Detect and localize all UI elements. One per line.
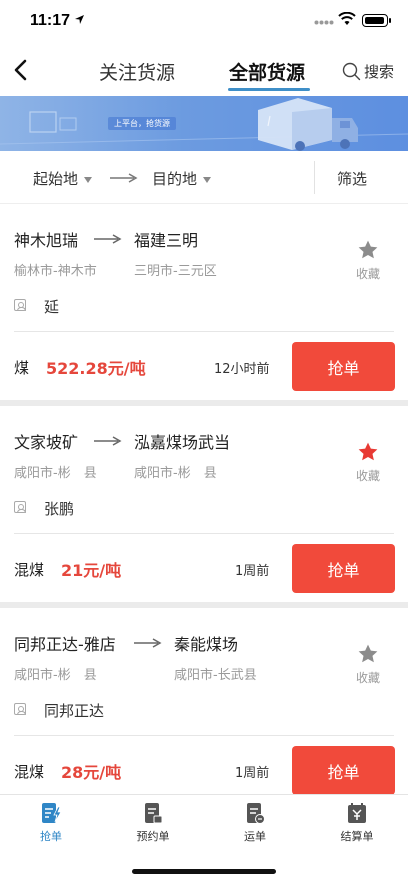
route-origin: 同邦正达-雅店	[14, 635, 116, 654]
contact-person-icon	[14, 501, 26, 513]
start-location-label: 起始地	[33, 170, 79, 188]
contact-name: 延	[44, 298, 60, 316]
contact-name: 张鹏	[44, 500, 75, 518]
cargo-type: 混煤	[14, 763, 45, 781]
cargo-card[interactable]: 文家坡矿 泓嘉煤场武当 咸阳市-彬 县 咸阳市-彬 县 收藏 张鹏 混煤 21元…	[0, 406, 408, 602]
cargo-card[interactable]: 神木旭瑞 福建三明 榆林市-神木市 三明市-三元区 收藏 延 煤 522.28元…	[0, 204, 408, 400]
grab-order-button[interactable]: 抢单	[292, 544, 395, 593]
settlement-icon	[348, 803, 366, 823]
route-origin: 神木旭瑞	[14, 231, 79, 250]
cargo-card[interactable]: 同邦正达-雅店 秦能煤场 咸阳市-彬 县 咸阳市-长武县 收藏 同邦正达 混煤 …	[0, 608, 408, 794]
cargo-type: 煤	[14, 359, 30, 377]
favorite-button[interactable]: 收藏	[352, 441, 384, 484]
caret-down-icon	[203, 176, 212, 183]
destination-region: 咸阳市-彬 县	[134, 466, 217, 481]
freight-price: 28元/吨	[61, 763, 122, 782]
tab-grab-order[interactable]: 抢单	[0, 801, 102, 844]
route-arrow-icon	[94, 436, 122, 446]
bottom-tab-bar: 抢单 预约单 运单 结算单	[0, 794, 408, 883]
cargo-list[interactable]: 神木旭瑞 福建三明 榆林市-神木市 三明市-三元区 收藏 延 煤 522.28元…	[0, 204, 408, 794]
route-origin: 文家坡矿	[14, 433, 79, 452]
promo-banner[interactable]: 上平台，抢货源	[0, 96, 408, 151]
reservation-icon	[145, 803, 163, 824]
favorite-label: 收藏	[355, 671, 380, 685]
screen-filter-button[interactable]: 筛选	[337, 168, 367, 189]
tab-all-sources[interactable]: 全部货源	[229, 58, 305, 85]
favorite-button[interactable]: 收藏	[352, 239, 384, 282]
grab-order-icon	[42, 803, 62, 823]
origin-region: 咸阳市-彬 县	[14, 668, 97, 683]
route-arrow-icon	[110, 173, 138, 183]
wifi-icon	[338, 12, 356, 25]
origin-region: 榆林市-神木市	[14, 264, 97, 279]
contact-person-icon	[14, 299, 26, 311]
destination-filter[interactable]: 目的地	[152, 168, 212, 189]
banner-illustration	[0, 98, 408, 151]
route-destination: 泓嘉煤场武当	[134, 433, 231, 452]
route-arrow-icon	[134, 638, 162, 648]
tab-waybill[interactable]: 运单	[204, 801, 306, 844]
destination-region: 咸阳市-长武县	[174, 668, 257, 683]
card-divider	[14, 331, 394, 332]
tab-label: 结算单	[340, 830, 374, 843]
location-arrow-icon	[75, 15, 84, 24]
star-icon	[358, 240, 378, 259]
route-arrow-icon	[94, 234, 122, 244]
contact-person-icon	[14, 703, 26, 715]
signal-icon	[314, 20, 334, 25]
home-indicator	[132, 869, 276, 874]
filter-divider	[314, 161, 315, 194]
card-divider	[14, 735, 394, 736]
waybill-icon	[247, 803, 265, 824]
back-arrow-icon[interactable]	[8, 56, 36, 84]
posted-time: 1周前	[235, 564, 270, 579]
favorite-button[interactable]: 收藏	[352, 643, 384, 686]
status-time: 11:17	[30, 12, 71, 29]
filter-bar: 起始地 目的地 筛选	[0, 151, 408, 204]
status-bar: 11:17	[0, 0, 408, 44]
search-icon	[342, 62, 361, 81]
destination-label: 目的地	[152, 170, 198, 188]
destination-region: 三明市-三元区	[134, 264, 217, 279]
contact-name: 同邦正达	[44, 702, 105, 720]
cargo-type: 混煤	[14, 561, 45, 579]
grab-order-button[interactable]: 抢单	[292, 342, 395, 391]
nav-bar: 关注货源 全部货源 搜索	[0, 44, 408, 96]
favorite-label: 收藏	[355, 469, 380, 483]
tab-followed-sources[interactable]: 关注货源	[99, 58, 175, 85]
grab-order-button[interactable]: 抢单	[292, 746, 395, 794]
tab-label: 预约单	[136, 830, 170, 843]
active-tab-indicator	[228, 88, 310, 91]
favorite-label: 收藏	[355, 267, 380, 281]
star-icon	[358, 644, 378, 663]
tab-settlement[interactable]: 结算单	[306, 801, 408, 844]
posted-time: 1周前	[235, 766, 270, 781]
freight-price: 522.28元/吨	[46, 359, 146, 378]
card-divider	[14, 533, 394, 534]
origin-region: 咸阳市-彬 县	[14, 466, 97, 481]
battery-icon	[362, 14, 391, 27]
search-label: 搜索	[364, 63, 395, 81]
start-location-filter[interactable]: 起始地	[33, 168, 93, 189]
tab-label: 抢单	[40, 830, 62, 843]
posted-time: 12小时前	[214, 362, 270, 377]
star-filled-icon	[358, 442, 378, 461]
tab-label: 运单	[244, 830, 266, 843]
tab-reservation[interactable]: 预约单	[102, 801, 204, 844]
route-destination: 秦能煤场	[174, 635, 239, 654]
banner-slogan: 上平台，抢货源	[108, 117, 176, 130]
route-destination: 福建三明	[134, 231, 199, 250]
caret-down-icon	[84, 176, 93, 183]
freight-price: 21元/吨	[61, 561, 122, 580]
search-button[interactable]: 搜索	[342, 61, 394, 82]
